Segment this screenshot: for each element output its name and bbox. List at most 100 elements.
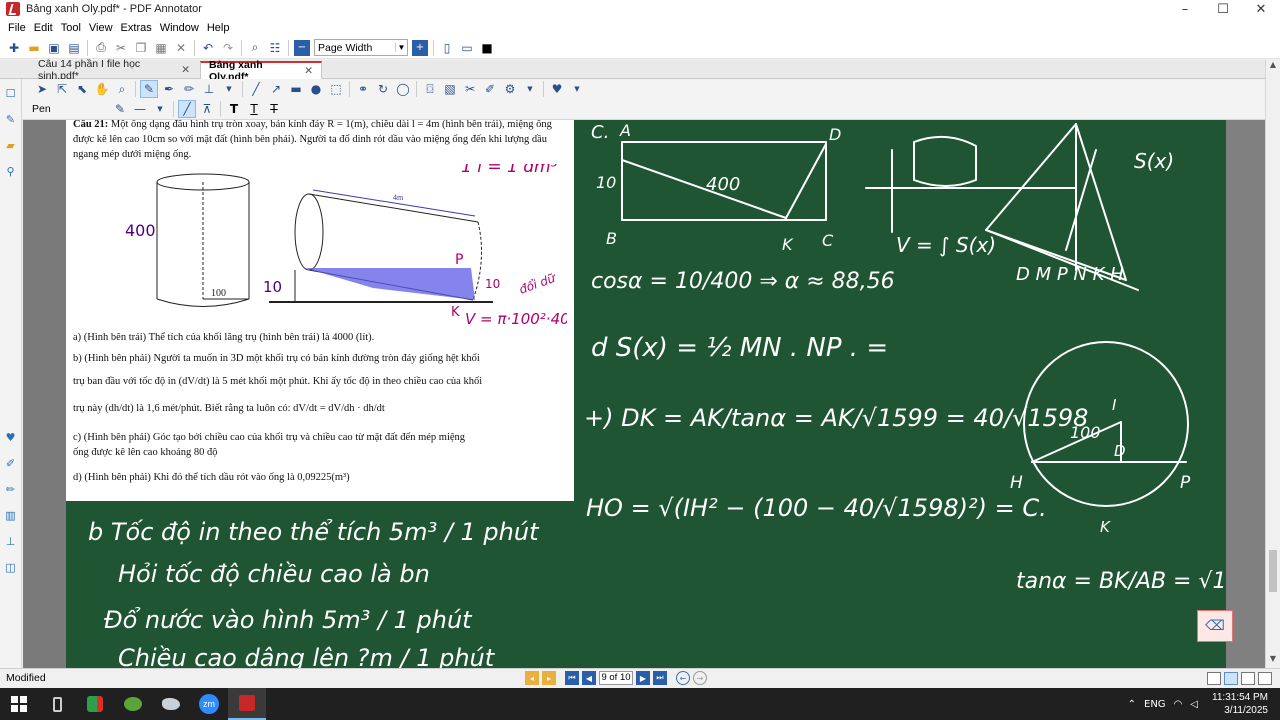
previous-page-icon[interactable]: ◀ <box>582 671 596 685</box>
line-style-dropdown-icon[interactable]: ▼ <box>152 101 168 117</box>
print-icon[interactable]: ⎙ <box>93 40 109 56</box>
find-icon[interactable]: ⌕ <box>247 40 263 56</box>
clip-icon[interactable]: ✂ <box>462 81 478 97</box>
marker-tool-icon[interactable]: ✒ <box>161 81 177 97</box>
stamp-icon[interactable]: ⊥ <box>3 533 19 549</box>
pen-tool-icon[interactable]: ✎ <box>140 80 158 98</box>
save-all-icon[interactable]: ▤ <box>66 40 82 56</box>
wifi-icon[interactable]: ◠ <box>1174 699 1183 710</box>
single-page-icon[interactable]: ▯ <box>439 40 455 56</box>
delete-icon[interactable]: ✕ <box>173 40 189 56</box>
tab-bang-xanh-oly[interactable]: Bảng xanh Oly.pdf* ✕ <box>200 59 322 83</box>
back-icon[interactable]: ← <box>676 671 690 685</box>
rectangle-icon[interactable]: ▬ <box>288 81 304 97</box>
undo-icon[interactable]: ↶ <box>200 40 216 56</box>
highlighter-icon[interactable]: ✏ <box>3 481 19 497</box>
eraser-icon[interactable]: ◫ <box>3 559 19 575</box>
maximize-button[interactable]: ☐ <box>1204 0 1242 18</box>
page-layout-icon[interactable]: ☷ <box>267 40 283 56</box>
text-icon[interactable]: T <box>226 101 242 117</box>
line-icon[interactable]: ╱ <box>248 81 264 97</box>
attachment-icon[interactable]: ⚲ <box>3 163 19 179</box>
zoom-app-icon[interactable]: zm <box>190 688 228 720</box>
favorites-heart-icon[interactable]: ♥ <box>549 81 565 97</box>
stamp-tool-icon[interactable]: ⊥ <box>201 81 217 97</box>
document-viewport[interactable]: Câu 21: Một ống dạng đầu hình trụ tròn x… <box>23 120 1265 668</box>
page-number-field[interactable]: 9 of 10 <box>599 671 633 685</box>
minimize-button[interactable]: – <box>1166 0 1204 18</box>
menu-edit[interactable]: Edit <box>30 22 57 34</box>
menu-extras[interactable]: Extras <box>117 22 156 34</box>
camera-icon[interactable]: ⌼ <box>422 81 438 97</box>
scroll-up-icon[interactable]: ▲ <box>1266 60 1280 74</box>
single-view-icon[interactable] <box>1207 672 1221 685</box>
menu-view[interactable]: View <box>85 22 117 34</box>
lasso-select-icon[interactable]: ◯ <box>395 81 411 97</box>
select-text-icon[interactable]: ⇱ <box>54 81 70 97</box>
eraser-tool-icon[interactable]: ✐ <box>482 81 498 97</box>
scroll-down-icon[interactable]: ▼ <box>1266 654 1280 668</box>
greenboard-page[interactable]: Câu 21: Một ống dạng đầu hình trụ tròn x… <box>66 120 1226 668</box>
last-page-icon[interactable]: ⏭ <box>653 671 667 685</box>
continuous-view-icon[interactable] <box>1224 672 1238 685</box>
app-icon-green[interactable] <box>76 688 114 720</box>
magnifier-icon[interactable]: ⌕ <box>114 81 130 97</box>
scroll-thumb[interactable] <box>1269 550 1277 592</box>
tab-cau-14[interactable]: Câu 14 phần I file học sinh.pdf* ✕ <box>30 58 198 82</box>
heart-icon[interactable]: ♥ <box>3 429 19 445</box>
clock[interactable]: 11:31:54 PM 3/11/2025 <box>1206 691 1268 717</box>
settings-icon[interactable]: ⚙ <box>502 81 518 97</box>
select-arrow-icon[interactable]: ➤ <box>34 81 50 97</box>
menu-file[interactable]: File <box>4 22 30 34</box>
close-tab-icon[interactable]: ✕ <box>181 64 190 76</box>
tray-chevron-icon[interactable]: ⌃ <box>1128 699 1136 710</box>
text-strike-icon[interactable]: T <box>266 101 282 117</box>
text-underline-icon[interactable]: T <box>246 101 262 117</box>
bookmark-forward-icon[interactable]: ▸ <box>542 671 556 685</box>
arrow-line-icon[interactable]: ↗ <box>268 81 284 97</box>
eraser-float-icon[interactable]: ⌫ <box>1197 610 1233 642</box>
hand-icon[interactable]: ✋ <box>94 81 110 97</box>
menu-help[interactable]: Help <box>203 22 234 34</box>
highlighter-tool-icon[interactable]: ✏ <box>181 81 197 97</box>
ellipse-icon[interactable]: ● <box>308 81 324 97</box>
pdf-annotator-taskbar-icon[interactable] <box>228 688 266 720</box>
note-icon[interactable]: ▰ <box>3 137 19 153</box>
pen-mode-icon[interactable]: ╱ <box>178 100 196 118</box>
page-icon[interactable]: ☐ <box>3 85 19 101</box>
save-icon[interactable]: ▣ <box>46 40 62 56</box>
cut-icon[interactable]: ✂ <box>113 40 129 56</box>
app-icon-bird[interactable] <box>152 688 190 720</box>
chart-icon[interactable]: ▥ <box>3 507 19 523</box>
zoom-out-icon[interactable]: − <box>294 39 310 56</box>
vertical-scrollbar[interactable]: ▲ ▼ <box>1265 60 1280 668</box>
favorites-dropdown-icon[interactable]: ▼ <box>569 81 585 97</box>
menu-window[interactable]: Window <box>156 22 203 34</box>
pen-icon[interactable]: ✎ <box>3 111 19 127</box>
menu-tool[interactable]: Tool <box>57 22 85 34</box>
paste-icon[interactable]: ▦ <box>153 40 169 56</box>
first-page-icon[interactable]: ⏮ <box>565 671 579 685</box>
rotate-icon[interactable]: ↻ <box>375 81 391 97</box>
line-style-icon[interactable]: — <box>132 101 148 117</box>
close-tab-icon[interactable]: ✕ <box>304 65 313 77</box>
close-button[interactable]: ✕ <box>1242 0 1280 18</box>
two-page-continuous-icon[interactable] <box>1258 672 1272 685</box>
two-page-view-icon[interactable] <box>1241 672 1255 685</box>
stamp-dropdown-icon[interactable]: ▼ <box>221 81 237 97</box>
new-document-icon[interactable]: ✚ <box>6 40 22 56</box>
marker-icon[interactable]: ✐ <box>3 455 19 471</box>
fullscreen-icon[interactable]: ■ <box>479 40 495 56</box>
zoom-dropdown[interactable]: Page Width ▼ <box>314 39 408 56</box>
polygon-icon[interactable]: ⬚ <box>328 81 344 97</box>
settings-dropdown-icon[interactable]: ▼ <box>522 81 538 97</box>
windows-start-icon[interactable] <box>0 688 38 720</box>
link-icon[interactable]: ⚭ <box>355 81 371 97</box>
redo-icon[interactable]: ↷ <box>220 40 236 56</box>
zoom-in-icon[interactable]: + <box>412 39 428 56</box>
open-folder-icon[interactable]: ▬ <box>26 40 42 56</box>
bookmark-back-icon[interactable]: ◂ <box>525 671 539 685</box>
straighten-icon[interactable]: ⊼ <box>199 101 215 117</box>
volume-icon[interactable]: ◁ <box>1190 699 1198 710</box>
image-icon[interactable]: ▧ <box>442 81 458 97</box>
